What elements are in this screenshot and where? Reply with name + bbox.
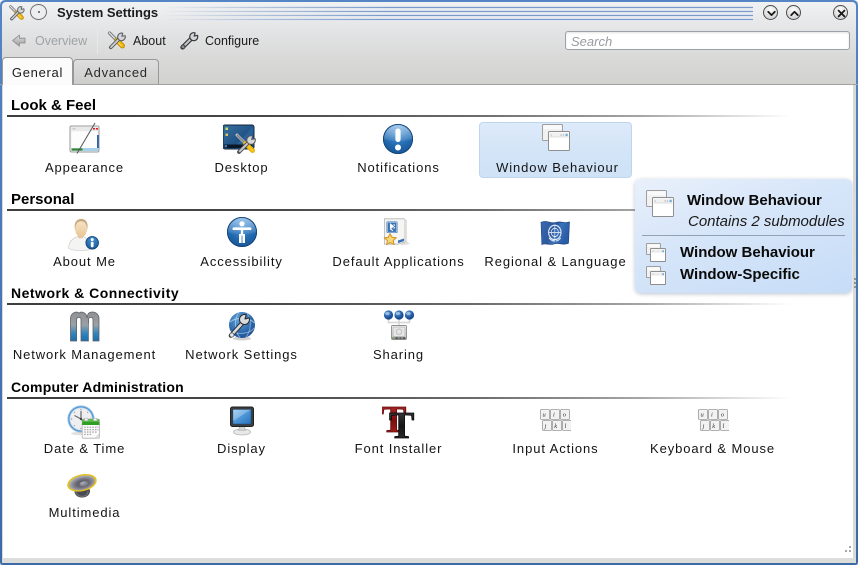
svg-text:i: i [711, 412, 713, 419]
svg-text:l: l [723, 423, 725, 430]
svg-text:j: j [702, 423, 705, 430]
svg-text:l: l [565, 423, 567, 430]
svg-text:i: i [553, 412, 555, 419]
svg-text:j: j [544, 423, 547, 430]
svg-text:k: k [712, 423, 715, 430]
svg-text:T: T [389, 405, 414, 439]
svg-text:k: k [554, 423, 557, 430]
